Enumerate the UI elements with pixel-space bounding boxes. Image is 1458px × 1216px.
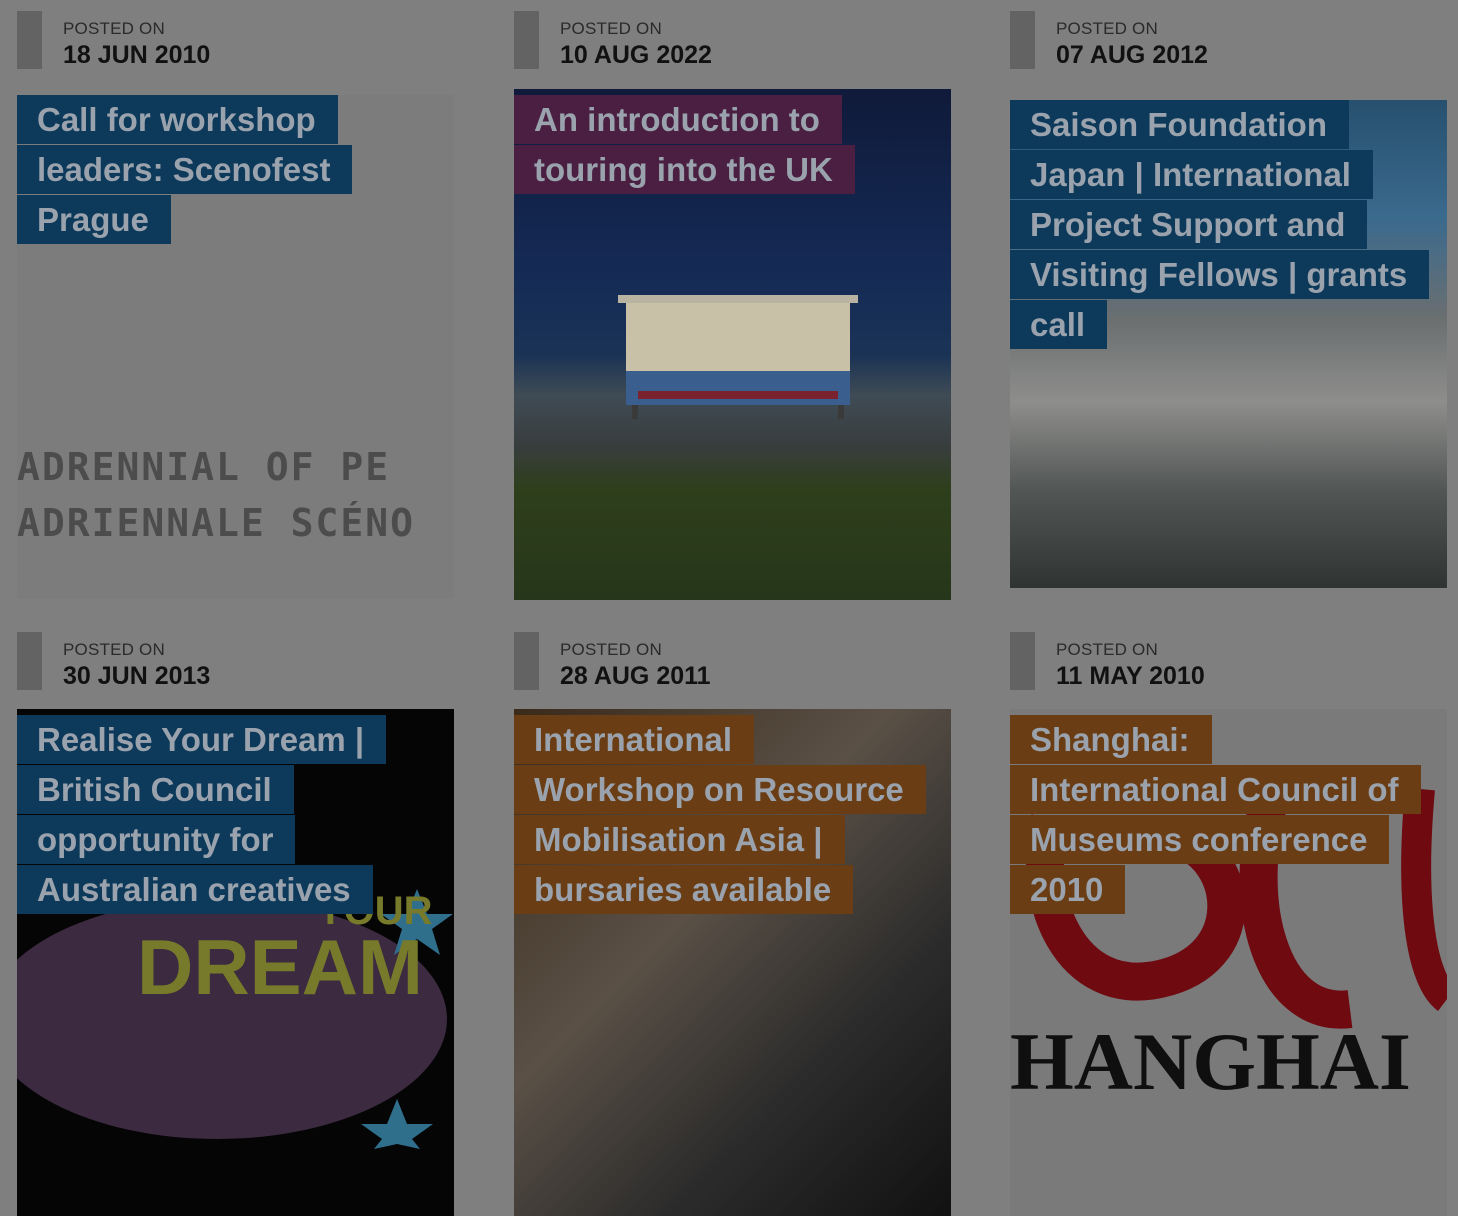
image-caption-line: ADRENNIAL OF PE: [17, 445, 391, 489]
title-line: Japan | International: [1010, 150, 1373, 199]
title-line: Workshop on Resource: [514, 765, 926, 814]
post-card[interactable]: POSTED ON 11 MAY 2010 HANGHAI Shanghai: …: [1010, 632, 1447, 1216]
meta-accent-bar: [514, 632, 539, 690]
post-card[interactable]: POSTED ON 10 AUG 2022 An introduction to…: [514, 11, 951, 600]
shanghai-word: HANGHAI: [1010, 1016, 1411, 1099]
title-line: An introduction to: [514, 95, 842, 144]
post-date: 11 MAY 2010: [1056, 662, 1205, 690]
title-line: Call for workshop: [17, 95, 338, 144]
post-image[interactable]: HANGHAI Shanghai: International Council …: [1010, 709, 1447, 1216]
title-line: call: [1010, 300, 1108, 349]
title-line: Project Support and: [1010, 200, 1368, 249]
title-line: Museums conference: [1010, 815, 1390, 864]
meta-accent-bar: [17, 11, 42, 69]
meta-accent-bar: [17, 632, 42, 690]
post-card[interactable]: POSTED ON 30 JUN 2013 DREAM YOUR Realise…: [17, 632, 454, 1216]
title-line: Mobilisation Asia |: [514, 815, 845, 864]
post-date: 10 AUG 2022: [560, 41, 712, 69]
posted-label: POSTED ON: [560, 640, 662, 659]
post-date: 28 AUG 2011: [560, 662, 711, 690]
title-line: Realise Your Dream |: [17, 715, 387, 764]
post-meta: POSTED ON 07 AUG 2012: [1010, 11, 1447, 71]
posts-grid: POSTED ON 18 JUN 2010 ADRENNIAL OF PE AD…: [0, 0, 1458, 1216]
title-line: Shanghai:: [1010, 715, 1212, 764]
post-card[interactable]: POSTED ON 28 AUG 2011 International Work…: [514, 632, 951, 1216]
posted-label: POSTED ON: [63, 640, 165, 659]
post-image[interactable]: An introduction to touring into the UK: [514, 89, 951, 600]
post-image[interactable]: International Workshop on Resource Mobil…: [514, 709, 951, 1216]
post-card[interactable]: POSTED ON 18 JUN 2010 ADRENNIAL OF PE AD…: [17, 11, 454, 599]
post-meta: POSTED ON 30 JUN 2013: [17, 632, 454, 692]
post-title[interactable]: Saison Foundation Japan | International …: [1010, 100, 1430, 350]
post-title[interactable]: Realise Your Dream | British Council opp…: [17, 715, 437, 915]
post-meta: POSTED ON 18 JUN 2010: [17, 11, 454, 71]
meta-accent-bar: [514, 11, 539, 69]
bus-shelter-image: [618, 295, 858, 419]
title-line: British Council: [17, 765, 294, 814]
post-title[interactable]: An introduction to touring into the UK: [514, 95, 934, 195]
post-card[interactable]: POSTED ON 07 AUG 2012 Saison Foundation …: [1010, 11, 1447, 588]
title-line: Australian creatives: [17, 865, 373, 914]
title-line: Saison Foundation: [1010, 100, 1349, 149]
title-line: Prague: [17, 195, 171, 244]
post-image[interactable]: Saison Foundation Japan | International …: [1010, 100, 1447, 588]
post-title[interactable]: Call for workshop leaders: Scenofest Pra…: [17, 95, 437, 245]
meta-accent-bar: [1010, 11, 1035, 69]
post-date: 18 JUN 2010: [63, 41, 211, 69]
dream-word: DREAM: [137, 923, 423, 1011]
post-title[interactable]: International Workshop on Resource Mobil…: [514, 715, 934, 915]
posted-label: POSTED ON: [1056, 19, 1158, 38]
post-meta: POSTED ON 11 MAY 2010: [1010, 632, 1447, 692]
post-meta: POSTED ON 10 AUG 2022: [514, 11, 951, 71]
title-line: opportunity for: [17, 815, 296, 864]
title-line: 2010: [1010, 865, 1126, 914]
post-meta: POSTED ON 28 AUG 2011: [514, 632, 951, 692]
post-date: 30 JUN 2013: [63, 662, 211, 690]
title-line: International Council of: [1010, 765, 1421, 814]
title-line: International: [514, 715, 755, 764]
post-image[interactable]: DREAM YOUR Realise Your Dream | British …: [17, 709, 454, 1216]
post-date: 07 AUG 2012: [1056, 41, 1208, 69]
title-line: bursaries available: [514, 865, 854, 914]
title-line: touring into the UK: [514, 145, 855, 194]
image-caption-line: ADRIENNALE SCÉNO: [17, 501, 416, 545]
meta-accent-bar: [1010, 632, 1035, 690]
title-line: leaders: Scenofest: [17, 145, 353, 194]
posted-label: POSTED ON: [63, 19, 165, 38]
posted-label: POSTED ON: [560, 19, 662, 38]
title-line: Visiting Fellows | grants: [1010, 250, 1430, 299]
post-image[interactable]: ADRENNIAL OF PE ADRIENNALE SCÉNO Call fo…: [17, 95, 454, 599]
posted-label: POSTED ON: [1056, 640, 1158, 659]
post-title[interactable]: Shanghai: International Council of Museu…: [1010, 715, 1430, 915]
